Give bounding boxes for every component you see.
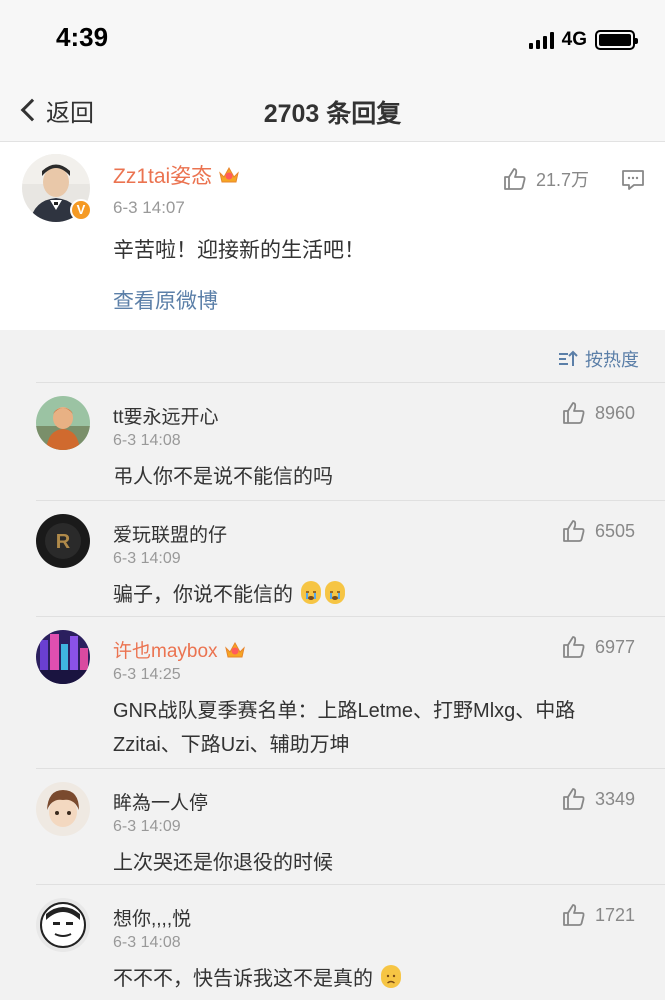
- crying-emoji-icon: [324, 581, 345, 604]
- avatar[interactable]: [36, 630, 90, 684]
- signal-icon: [528, 31, 554, 49]
- view-original-link[interactable]: 查看原微博: [113, 285, 218, 315]
- divider: [36, 382, 665, 383]
- avatar[interactable]: [36, 396, 90, 450]
- timestamp: 6-3 14:08: [113, 934, 181, 951]
- reply-text: GNR战队夏季赛名单：上路Letme、打野Mlxg、中路Zzitai、下路Uzi…: [113, 700, 576, 756]
- comment-icon: [622, 170, 644, 190]
- like-count: 6977: [594, 636, 635, 657]
- nav-bar: 返回 2703 条回复: [0, 80, 665, 142]
- crying-emoji-icon: [300, 581, 321, 604]
- list-item: tt要永远开心 6-3 14:08 弔人你不是说不能信的吗 8960: [0, 382, 665, 500]
- avatar[interactable]: R: [36, 514, 90, 568]
- svg-text:R: R: [56, 531, 71, 553]
- main-comment: V Zz1tai姿态 6-3 14:07 辛苦啦！迎接新的生活吧！ 查看原微博 …: [0, 142, 665, 330]
- thumbs-up-icon: [563, 636, 585, 658]
- like-button[interactable]: 1721: [561, 902, 635, 928]
- like-button[interactable]: 21.7万: [502, 166, 589, 192]
- timestamp: 6-3 14:09: [113, 818, 181, 835]
- reply-text: 弔人你不是说不能信的吗: [113, 466, 333, 488]
- list-item: 眸為一人停 6-3 14:09 上次哭还是你退役的时候 3349: [0, 768, 665, 884]
- divider: [36, 616, 665, 617]
- like-count: 21.7万: [536, 170, 590, 190]
- username[interactable]: 想你,,,,悦: [113, 904, 191, 931]
- sort-icon: [559, 350, 578, 366]
- avatar[interactable]: [36, 782, 90, 836]
- timestamp: 6-3 14:09: [113, 550, 181, 567]
- username[interactable]: Zz1tai姿态: [113, 160, 240, 190]
- username-text: 许也maybox: [113, 641, 218, 662]
- sort-label: 按热度: [585, 350, 639, 370]
- thumbs-up-icon: [563, 788, 585, 810]
- username[interactable]: 许也maybox: [113, 636, 246, 663]
- thumbs-up-icon: [504, 168, 526, 190]
- thumbs-up-icon: [563, 402, 585, 424]
- reply-text: 上次哭还是你退役的时候: [113, 852, 333, 874]
- verified-badge-icon: V: [70, 199, 92, 221]
- reply-text: 不不不，快告诉我这不是真的: [113, 962, 633, 996]
- like-count: 1721: [594, 904, 635, 925]
- vip-crown-icon: [218, 165, 240, 185]
- status-bar: 4:39 4G: [0, 0, 665, 80]
- username[interactable]: 爱玩联盟的仔: [113, 520, 227, 547]
- sort-bar: 按热度: [0, 330, 665, 382]
- timestamp: 6-3 14:25: [113, 666, 181, 683]
- vip-crown-icon: [224, 640, 246, 660]
- battery-icon: [595, 30, 638, 50]
- like-button[interactable]: 6977: [561, 634, 635, 660]
- network-type: 4G: [561, 29, 587, 50]
- thumbs-up-icon: [563, 520, 585, 542]
- timestamp: 6-3 14:08: [113, 432, 181, 449]
- status-indicators: 4G: [528, 28, 638, 52]
- divider: [36, 500, 665, 501]
- list-item: 许也maybox 6-3 14:25 GNR战队夏季赛名单：上路Letme、打野…: [0, 616, 665, 768]
- reply-text-content: 不不不，快告诉我这不是真的: [113, 968, 373, 990]
- like-count: 3349: [594, 788, 635, 809]
- comment-button[interactable]: [621, 168, 645, 197]
- reply-text-content: 骗子，你说不能信的: [113, 584, 293, 606]
- like-button[interactable]: 8960: [561, 400, 635, 426]
- like-button[interactable]: 3349: [561, 786, 635, 812]
- like-count: 8960: [594, 402, 635, 423]
- avatar[interactable]: [36, 898, 90, 952]
- page-title: 2703 条回复: [263, 100, 402, 128]
- divider: [36, 768, 665, 769]
- divider: [36, 884, 665, 885]
- username-text: Zz1tai姿态: [113, 165, 213, 188]
- comment-text: 辛苦啦！迎接新的生活吧！: [113, 239, 365, 262]
- list-item: R 爱玩联盟的仔 6-3 14:09 骗子，你说不能信的 6505: [0, 500, 665, 616]
- username[interactable]: tt要永远开心: [113, 402, 219, 429]
- like-count: 6505: [594, 520, 635, 541]
- list-item: 想你,,,,悦 6-3 14:08 不不不，快告诉我这不是真的 1721: [0, 884, 665, 1000]
- thumbs-up-icon: [563, 904, 585, 926]
- status-time: 4:39: [56, 22, 109, 52]
- timestamp: 6-3 14:07: [113, 198, 185, 217]
- like-button[interactable]: 6505: [561, 518, 635, 544]
- sad-emoji-icon: [380, 965, 401, 988]
- reply-text: 骗子，你说不能信的: [113, 578, 633, 612]
- username[interactable]: 眸為一人停: [113, 788, 208, 815]
- sort-by-hot-button[interactable]: 按热度: [557, 346, 639, 372]
